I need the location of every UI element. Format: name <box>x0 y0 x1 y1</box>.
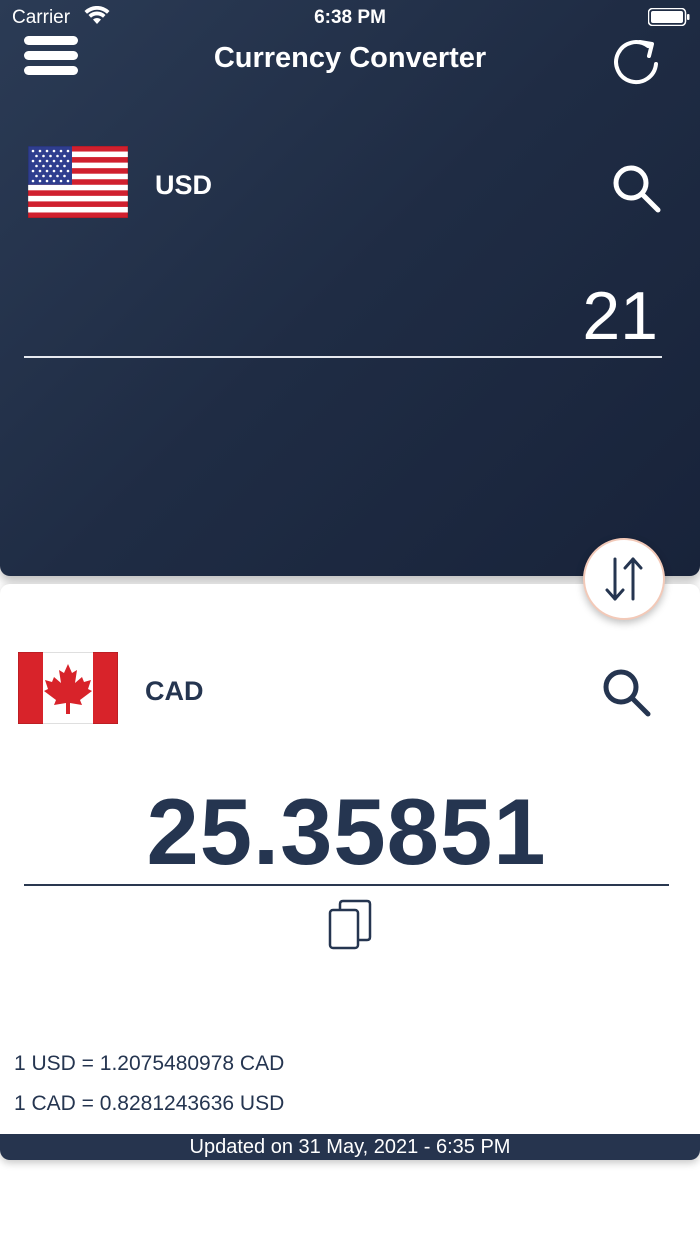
exchange-rate-line: 1 USD = 1.2075480978 CAD <box>14 1052 285 1075</box>
search-icon[interactable] <box>608 160 664 216</box>
app-screen: Carrier 6:38 PM Currency Converter USD 2… <box>0 0 700 1244</box>
to-currency-code[interactable]: CAD <box>145 676 204 707</box>
page-title: Currency Converter <box>213 42 487 74</box>
refresh-icon[interactable] <box>610 34 664 88</box>
swap-currencies-button[interactable] <box>583 538 665 620</box>
us-flag-icon[interactable] <box>28 146 128 218</box>
to-amount-value: 25.35851 <box>24 778 669 886</box>
from-panel: Carrier 6:38 PM Currency Converter USD 2… <box>0 0 700 576</box>
battery-icon <box>648 8 690 26</box>
exchange-rate-line: 1 CAD = 0.8281243636 USD <box>14 1092 285 1115</box>
from-amount-input[interactable] <box>24 276 662 358</box>
swap-arrows-icon <box>605 557 643 601</box>
from-currency-code[interactable]: USD <box>155 170 212 201</box>
canada-flag-icon[interactable] <box>18 652 118 724</box>
search-icon[interactable] <box>598 664 654 720</box>
status-time: 6:38 PM <box>314 7 386 28</box>
copy-icon[interactable] <box>326 898 374 952</box>
status-bar: Carrier 6:38 PM <box>0 0 700 36</box>
to-panel: CAD 25.35851 1 USD = 1.2075480978 CAD 1 … <box>0 584 700 1160</box>
updated-timestamp: Updated on 31 May, 2021 - 6:35 PM <box>0 1134 700 1160</box>
